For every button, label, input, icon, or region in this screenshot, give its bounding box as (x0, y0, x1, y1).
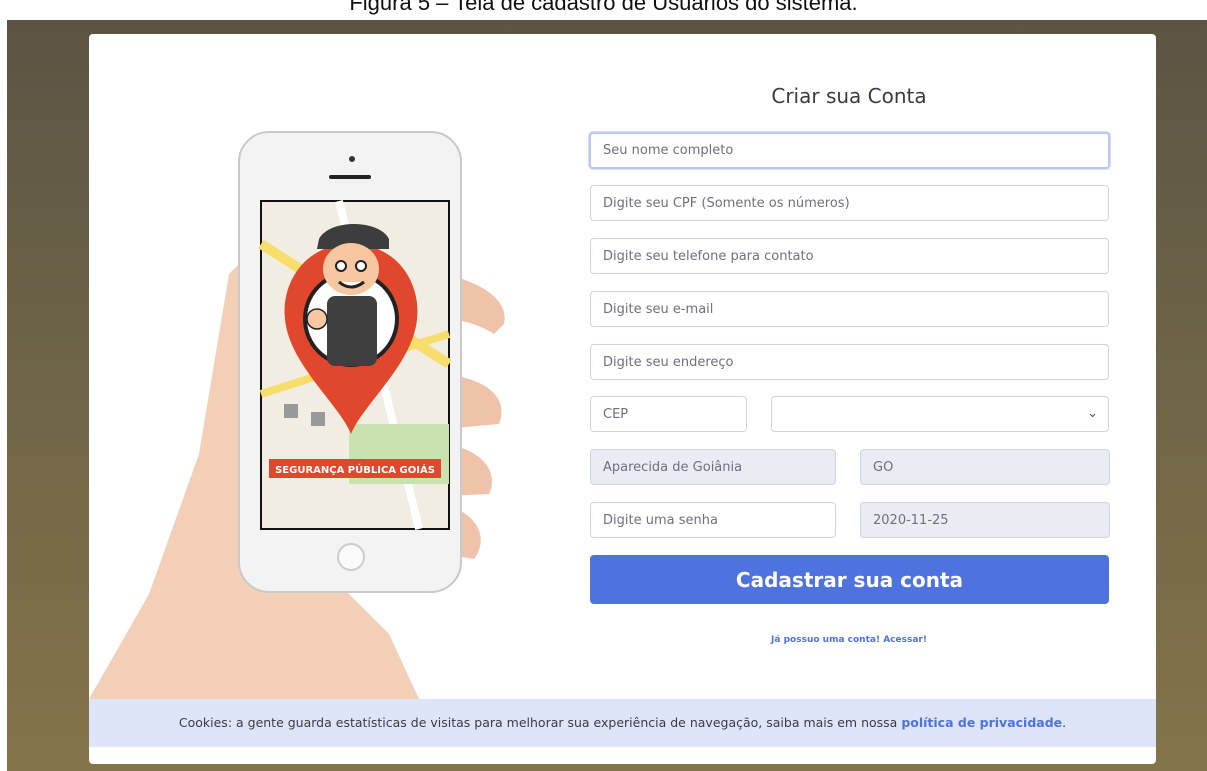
cookie-text: Cookies: a gente guarda estatísticas de … (178, 715, 902, 730)
privacy-policy-link[interactable]: política de privacidade (901, 715, 1062, 730)
state-input[interactable] (860, 449, 1110, 485)
city-input[interactable] (590, 449, 836, 485)
email-input[interactable] (590, 291, 1109, 327)
cookie-bar: Cookies: a gente guarda estatísticas de … (89, 699, 1156, 747)
phone-input[interactable] (590, 238, 1109, 274)
cep-input[interactable] (590, 396, 747, 432)
form-title: Criar sua Conta (771, 84, 927, 108)
register-card: SEGURANÇA PÚBLICA GOIÁS Criar sua Conta … (89, 34, 1156, 764)
cpf-input[interactable] (590, 185, 1109, 221)
figure-caption: Figura 5 – Tela de cadastro de Usuários … (349, 0, 858, 15)
login-link[interactable]: Já possuo uma conta! Acessar! (589, 635, 1109, 645)
chevron-down-icon: ⌄ (1087, 406, 1098, 421)
register-button[interactable]: Cadastrar sua conta (590, 555, 1109, 604)
password-input[interactable] (590, 502, 836, 538)
banner-text: SEGURANÇA PÚBLICA GOIÁS (275, 463, 435, 476)
cookie-suffix: . (1062, 715, 1067, 730)
full-name-input[interactable] (589, 132, 1110, 169)
neighborhood-select[interactable]: ⌄ (771, 396, 1109, 432)
phone-illustration: SEGURANÇA PÚBLICA GOIÁS (89, 34, 569, 699)
address-input[interactable] (590, 344, 1109, 380)
date-input[interactable] (860, 502, 1110, 538)
hand-phone-image: SEGURANÇA PÚBLICA GOIÁS (89, 131, 505, 699)
